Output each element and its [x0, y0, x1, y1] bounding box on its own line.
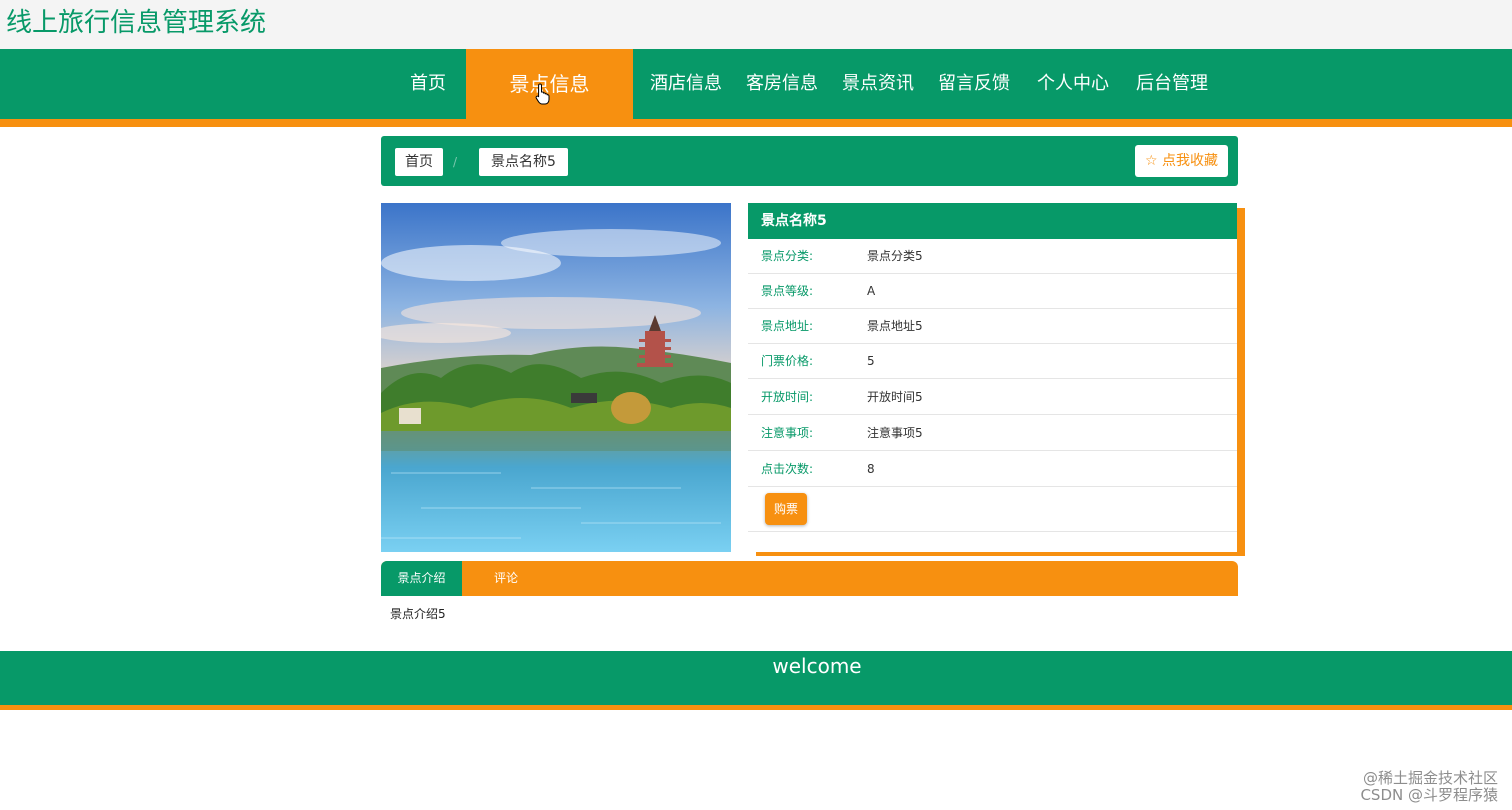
info-value: 8: [867, 462, 875, 476]
hand-cursor-icon: [535, 83, 550, 105]
main-nav: 首页 景点信息 酒店信息 客房信息 景点资讯 留言反馈 个人中心 后台管理: [0, 49, 1512, 119]
info-row-price: 门票价格: 5: [748, 344, 1237, 379]
info-label: 点击次数:: [761, 462, 814, 476]
info-value: 5: [867, 354, 875, 368]
info-value: 景点地址5: [867, 319, 923, 333]
info-label: 门票价格:: [761, 354, 814, 368]
info-row-category: 景点分类: 景点分类5: [748, 239, 1237, 274]
info-value: 注意事项5: [867, 426, 923, 440]
info-value: 景点分类5: [867, 249, 923, 263]
nav-home[interactable]: 首页: [396, 49, 460, 119]
nav-personal-center[interactable]: 个人中心: [1031, 49, 1115, 119]
info-row-address: 景点地址: 景点地址5: [748, 309, 1237, 344]
detail-tabs: 景点介绍 评论: [381, 561, 1238, 596]
nav-attraction-news[interactable]: 景点资讯: [836, 49, 920, 119]
favorite-label: 点我收藏: [1162, 153, 1218, 169]
site-title: 线上旅行信息管理系统: [6, 8, 267, 38]
buy-ticket-button[interactable]: 购票: [765, 493, 807, 525]
panel-divider: [748, 531, 1237, 532]
info-panel: 景点名称5 景点分类: 景点分类5 景点等级: A 景点地址: 景点地址5 门票…: [748, 203, 1237, 552]
top-title-bar: 线上旅行信息管理系统: [0, 0, 1512, 49]
breadcrumb-separator: /: [453, 155, 458, 169]
info-value: A: [867, 284, 876, 298]
favorite-button[interactable]: ☆ 点我收藏: [1134, 145, 1228, 177]
info-value: 开放时间5: [867, 390, 923, 404]
nav-feedback[interactable]: 留言反馈: [932, 49, 1016, 119]
nav-accent-stripe: [0, 119, 1512, 127]
watermark-csdn: CSDN @斗罗程序猿: [1360, 786, 1498, 804]
info-row-open-time: 开放时间: 开放时间5: [748, 380, 1237, 415]
tab-attraction-intro[interactable]: 景点介绍: [381, 561, 462, 596]
breadcrumb: 首页 景点名称5 ☆ 点我收藏: [381, 136, 1238, 186]
info-label: 注意事项:: [761, 426, 814, 440]
info-row-clicks: 点击次数: 8: [748, 452, 1237, 487]
info-label: 景点地址:: [761, 319, 814, 333]
nav-rooms[interactable]: 客房信息: [740, 49, 824, 119]
info-label: 开放时间:: [761, 390, 814, 404]
nav-hotels[interactable]: 酒店信息: [644, 49, 728, 119]
footer-welcome: welcome: [772, 654, 862, 678]
info-label: 景点分类:: [761, 249, 814, 263]
breadcrumb-home[interactable]: 首页: [395, 148, 443, 176]
info-label: 景点等级:: [761, 284, 814, 298]
footer-accent-stripe: [0, 705, 1512, 710]
info-row-notes: 注意事项: 注意事项5: [748, 416, 1237, 451]
nav-admin[interactable]: 后台管理: [1130, 49, 1214, 119]
attraction-title: 景点名称5: [748, 203, 1237, 239]
info-row-level: 景点等级: A: [748, 274, 1237, 309]
star-outline-icon: ☆: [1144, 153, 1158, 169]
attraction-photo: [381, 203, 731, 552]
attraction-intro-text: 景点介绍5: [390, 607, 446, 621]
tab-comments[interactable]: 评论: [462, 561, 550, 596]
breadcrumb-current: 景点名称5: [479, 148, 568, 176]
